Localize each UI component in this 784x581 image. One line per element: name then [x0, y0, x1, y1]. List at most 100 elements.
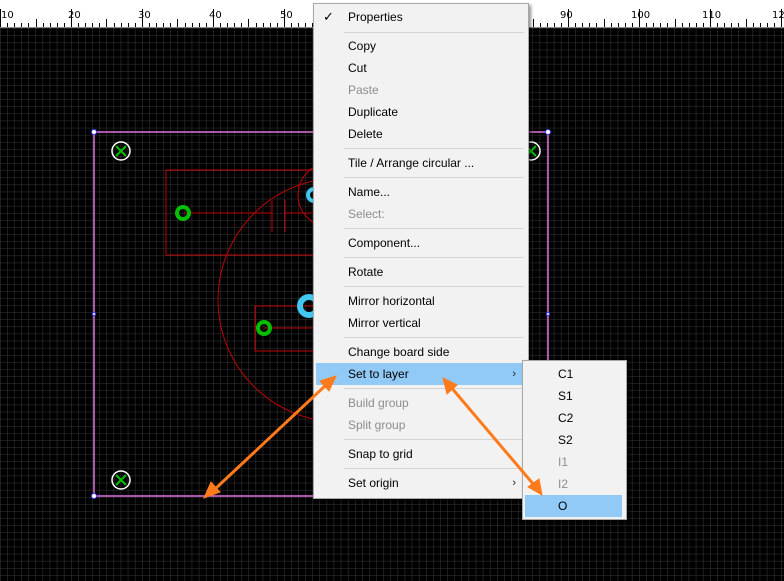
- submenu-arrow-icon: ›: [512, 368, 516, 380]
- layer-item-c2[interactable]: C2: [525, 407, 622, 429]
- ruler-tick: [270, 23, 271, 27]
- ruler-tick: [703, 23, 704, 27]
- ruler-tick: [568, 9, 569, 27]
- layer-item-label: C1: [558, 367, 574, 381]
- menu-separator: [344, 286, 524, 287]
- layer-item-label: O: [558, 499, 568, 513]
- menu-item-set-origin[interactable]: Set origin ›: [316, 472, 524, 494]
- layer-item-c1[interactable]: C1: [525, 363, 622, 385]
- layer-item-label: S1: [558, 389, 573, 403]
- ruler-tick: [717, 23, 718, 27]
- ruler-tick: [92, 23, 93, 27]
- menu-item-tile-arrange[interactable]: Tile / Arrange circular ...: [316, 152, 524, 174]
- menu-item-label: Delete: [348, 127, 383, 141]
- menu-item-delete[interactable]: Delete: [316, 123, 524, 145]
- ruler-tick: [575, 23, 576, 27]
- menu-separator: [344, 388, 524, 389]
- ruler-tick: [724, 23, 725, 27]
- submenu-arrow-icon: ›: [512, 477, 516, 489]
- ruler-tick: [177, 19, 178, 27]
- ruler-tick: [248, 19, 249, 27]
- menu-item-properties[interactable]: ✓ Properties: [316, 6, 524, 28]
- menu-item-mirror-horizontal[interactable]: Mirror horizontal: [316, 290, 524, 312]
- ruler-tick: [206, 23, 207, 27]
- ruler-tick: [284, 9, 285, 27]
- ruler-label-110: 110: [702, 10, 722, 21]
- handle-mid-right[interactable]: [546, 312, 550, 316]
- menu-item-duplicate[interactable]: Duplicate: [316, 101, 524, 123]
- layer-item-o[interactable]: O: [525, 495, 622, 517]
- ruler-tick: [142, 9, 143, 27]
- ruler-tick: [604, 19, 605, 27]
- ruler-tick: [753, 23, 754, 27]
- ruler-tick: [99, 23, 100, 27]
- menu-item-cut[interactable]: Cut: [316, 57, 524, 79]
- menu-item-change-board-side[interactable]: Change board side: [316, 341, 524, 363]
- ruler-tick: [85, 23, 86, 27]
- layer-item-label: I2: [558, 477, 569, 491]
- ruler-tick: [106, 19, 107, 27]
- ruler-tick: [170, 23, 171, 27]
- menu-item-build-group: Build group: [316, 392, 524, 414]
- ruler-tick: [632, 23, 633, 27]
- ruler-tick: [291, 23, 292, 27]
- ruler-label-100: 100: [631, 10, 651, 21]
- handle-bottom-left[interactable]: [91, 493, 97, 499]
- layer-item-i2: I2: [525, 473, 622, 495]
- layer-submenu: C1 S1 C2 S2 I1 I2 O: [522, 360, 627, 520]
- handle-top-right[interactable]: [545, 129, 551, 135]
- menu-item-snap-to-grid[interactable]: Snap to grid: [316, 443, 524, 465]
- menu-item-select: Select:: [316, 203, 524, 225]
- menu-item-label: Rotate: [348, 265, 384, 279]
- menu-item-label: Set to layer: [348, 367, 409, 381]
- ruler-tick: [14, 23, 15, 27]
- ruler-tick: [185, 23, 186, 27]
- ruler-tick: [660, 23, 661, 27]
- handle-top-left[interactable]: [91, 129, 97, 135]
- handle-mid-left[interactable]: [92, 312, 96, 316]
- ruler-label-120: 120: [772, 10, 784, 21]
- layer-item-s2[interactable]: S2: [525, 429, 622, 451]
- ruler-tick: [596, 23, 597, 27]
- ruler-tick: [36, 19, 37, 27]
- menu-item-label: Mirror horizontal: [348, 294, 435, 308]
- layer-item-label: S2: [558, 433, 573, 447]
- ruler-tick: [220, 23, 221, 27]
- menu-item-name[interactable]: Name...: [316, 181, 524, 203]
- ruler-tick: [128, 23, 129, 27]
- menu-item-component[interactable]: Component...: [316, 232, 524, 254]
- menu-item-label: Change board side: [348, 345, 450, 359]
- ruler-tick: [689, 23, 690, 27]
- menu-separator: [344, 468, 524, 469]
- ruler-tick: [149, 23, 150, 27]
- ruler-tick: [277, 23, 278, 27]
- ruler-tick: [43, 23, 44, 27]
- ruler-tick: [241, 23, 242, 27]
- ruler-tick: [71, 9, 72, 27]
- ruler-tick: [199, 23, 200, 27]
- menu-item-rotate[interactable]: Rotate: [316, 261, 524, 283]
- menu-item-mirror-vertical[interactable]: Mirror vertical: [316, 312, 524, 334]
- ruler-tick: [163, 23, 164, 27]
- ruler-tick: [582, 23, 583, 27]
- ruler-tick: [234, 23, 235, 27]
- ruler-tick: [135, 23, 136, 27]
- checkmark-icon: ✓: [323, 9, 334, 24]
- menu-item-label: Split group: [348, 418, 406, 432]
- ruler-label-40: 40: [209, 10, 222, 21]
- menu-item-split-group: Split group: [316, 414, 524, 436]
- ruler-tick: [710, 9, 711, 27]
- menu-item-copy[interactable]: Copy: [316, 35, 524, 57]
- layer-item-s1[interactable]: S1: [525, 385, 622, 407]
- ruler-tick: [646, 23, 647, 27]
- ruler-tick: [682, 23, 683, 27]
- ruler-label-10: 10: [1, 10, 14, 21]
- layer-item-i1: I1: [525, 451, 622, 473]
- ruler-tick: [540, 23, 541, 27]
- ruler-tick: [554, 23, 555, 27]
- menu-item-set-to-layer[interactable]: Set to layer ›: [316, 363, 524, 385]
- ruler-tick: [781, 9, 782, 27]
- menu-item-label: Set origin: [348, 476, 399, 490]
- menu-separator: [344, 257, 524, 258]
- ruler-label-90: 90: [560, 10, 573, 21]
